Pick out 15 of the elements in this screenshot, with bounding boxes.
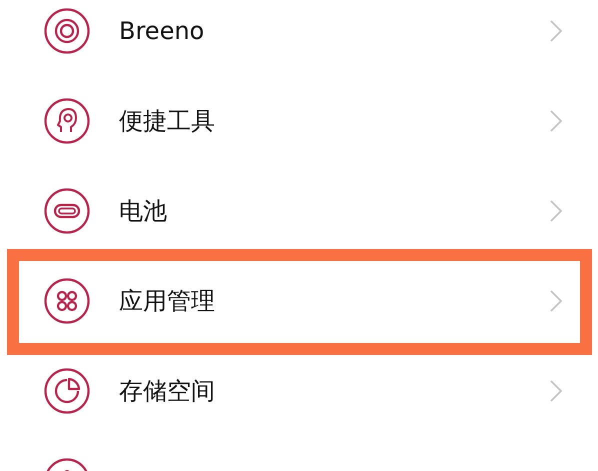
chevron-icon — [550, 290, 562, 312]
setting-label[interactable]: 应用管理 — [119, 283, 550, 319]
setting-label[interactable]: 便捷工具 — [119, 103, 550, 139]
chevron-icon — [550, 200, 562, 222]
chevron-icon — [550, 380, 562, 402]
apps-icon — [44, 278, 90, 324]
pie-chart-icon — [44, 368, 90, 414]
setting-label[interactable]: Breeno — [119, 13, 550, 49]
battery-icon — [44, 188, 90, 234]
setting-label[interactable]: 电池 — [119, 193, 550, 229]
chevron-icon — [550, 110, 562, 132]
head-icon — [44, 98, 90, 144]
chevron-icon — [550, 20, 562, 42]
setting-label[interactable]: 存储空间 — [119, 373, 550, 409]
concentric-circles-icon — [44, 8, 90, 54]
